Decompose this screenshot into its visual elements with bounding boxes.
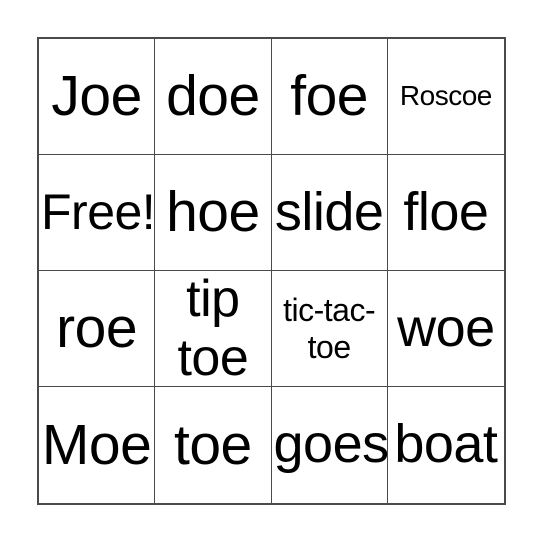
bingo-cell-label: roe xyxy=(56,296,138,361)
bingo-cell-label: hoe xyxy=(166,180,260,245)
bingo-cell-r3c3[interactable]: tic-tac-toe xyxy=(271,271,388,387)
bingo-cell-label: woe xyxy=(397,297,495,358)
bingo-cell-r3c4[interactable]: woe xyxy=(387,271,504,387)
bingo-cell-label: Roscoe xyxy=(399,80,492,112)
bingo-cell-r4c4[interactable]: boat xyxy=(387,387,504,503)
bingo-cell-r4c2[interactable]: toe xyxy=(155,387,272,503)
bingo-cell-label: floe xyxy=(403,181,489,242)
bingo-cell-r1c2[interactable]: doe xyxy=(155,39,272,155)
bingo-cell-label: foe xyxy=(290,64,368,129)
bingo-cell-r2c4[interactable]: floe xyxy=(387,155,504,271)
bingo-cell-label: boat xyxy=(394,414,498,475)
bingo-cell-r3c1[interactable]: roe xyxy=(39,271,156,387)
bingo-cell-r2c1[interactable]: Free! xyxy=(39,155,156,271)
bingo-cell-label: goes xyxy=(273,414,388,475)
bingo-cell-label: Free! xyxy=(41,184,156,240)
bingo-card: Joe doe foe Roscoe Free! hoe slide floe roe tip t… xyxy=(37,37,506,505)
bingo-cell-r3c2[interactable]: tip toe xyxy=(155,271,272,387)
bingo-cell-label: toe xyxy=(174,412,252,477)
bingo-cell-label: Moe xyxy=(41,412,152,477)
bingo-cell-r1c1[interactable]: Joe xyxy=(39,39,156,155)
bingo-cell-r4c1[interactable]: Moe xyxy=(39,387,156,503)
bingo-cell-label: tic-tac-toe xyxy=(283,291,376,365)
bingo-cell-r2c2[interactable]: hoe xyxy=(155,155,272,271)
bingo-cell-label: slide xyxy=(274,181,384,242)
bingo-cell-r1c3[interactable]: foe xyxy=(271,39,388,155)
bingo-cell-label: Joe xyxy=(51,64,142,129)
bingo-cell-r1c4[interactable]: Roscoe xyxy=(387,39,504,155)
bingo-cell-label: doe xyxy=(166,64,260,129)
bingo-cell-label: tip toe xyxy=(177,271,249,387)
bingo-cell-r4c3[interactable]: goes xyxy=(271,387,388,503)
bingo-cell-r2c3[interactable]: slide xyxy=(271,155,388,271)
